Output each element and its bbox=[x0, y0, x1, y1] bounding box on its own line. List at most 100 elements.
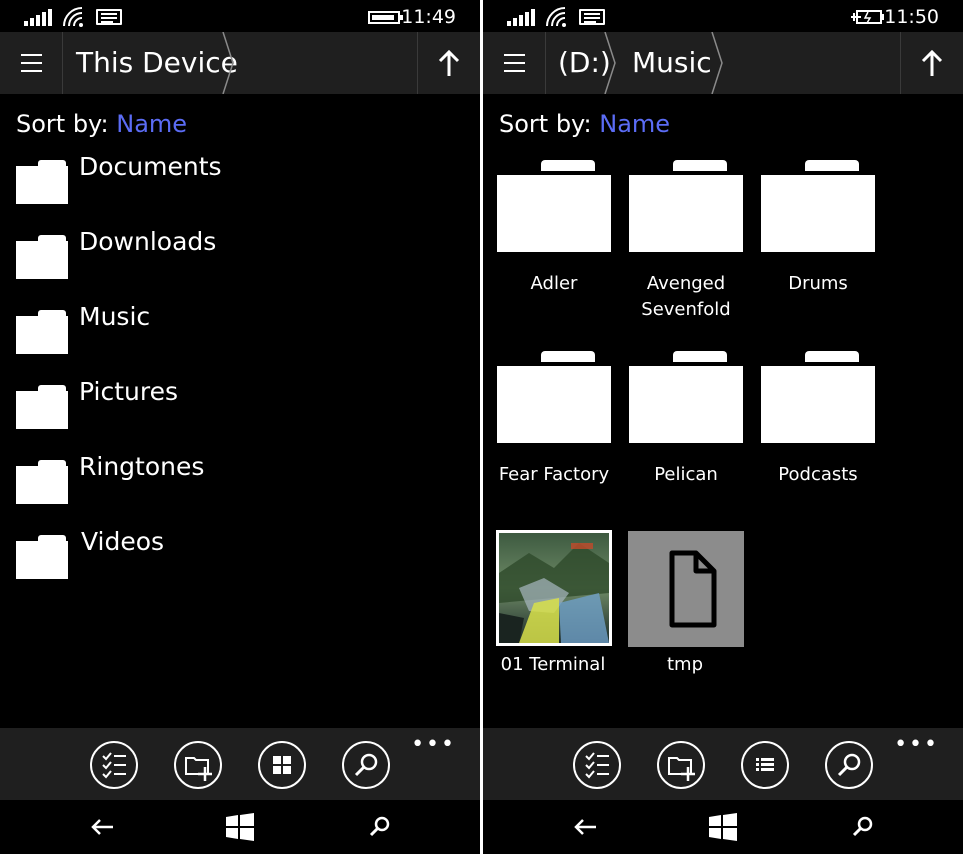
right-screen: 11:50 (D:) Music Sort by: Name Adler Ave… bbox=[483, 0, 963, 854]
folder-tile-adler[interactable]: Adler bbox=[497, 160, 615, 340]
status-bar: 11:49 bbox=[0, 0, 480, 32]
select-icon bbox=[585, 752, 609, 779]
grid-view-button[interactable] bbox=[258, 741, 306, 789]
app-bar: ••• bbox=[483, 728, 963, 800]
search-button[interactable] bbox=[825, 741, 873, 789]
battery-icon bbox=[368, 11, 403, 24]
signal-strength-icon bbox=[507, 8, 535, 26]
list-item-downloads[interactable]: Downloads bbox=[16, 227, 456, 287]
chevron-right-icon bbox=[222, 32, 234, 94]
folder-icon bbox=[16, 535, 68, 579]
list-item-ringtones[interactable]: Ringtones bbox=[16, 452, 456, 512]
chevron-right-icon bbox=[711, 32, 723, 94]
new-folder-icon bbox=[668, 757, 695, 781]
status-time: 11:50 bbox=[884, 6, 939, 28]
folder-label: Fear Factory bbox=[498, 464, 610, 485]
list-item-videos[interactable]: Videos bbox=[16, 527, 456, 587]
signal-strength-icon bbox=[24, 8, 52, 26]
breadcrumb-drive-d[interactable]: (D:) bbox=[558, 32, 611, 94]
sort-label: Sort by: bbox=[16, 110, 109, 138]
breadcrumb-this-device[interactable]: This Device bbox=[76, 32, 238, 94]
folder-label: Documents bbox=[79, 152, 222, 181]
up-folder-button[interactable] bbox=[418, 32, 480, 94]
folder-label: Downloads bbox=[79, 227, 217, 256]
select-icon bbox=[102, 752, 126, 779]
windows-start-icon[interactable] bbox=[223, 810, 257, 844]
select-button[interactable] bbox=[573, 741, 621, 789]
folder-tile-avenged-sevenfold[interactable]: Avenged Sevenfold bbox=[629, 160, 747, 340]
sort-selector[interactable]: Sort by: Name bbox=[499, 110, 670, 138]
navigation-bar bbox=[0, 800, 480, 854]
file-tile-01-terminal[interactable]: 01 Terminal bbox=[496, 530, 614, 710]
menu-button[interactable] bbox=[483, 32, 545, 94]
list-view-button[interactable] bbox=[741, 741, 789, 789]
folder-icon bbox=[497, 160, 611, 252]
menu-button[interactable] bbox=[0, 32, 62, 94]
file-thumbnail bbox=[628, 531, 744, 647]
file-label: 01 Terminal bbox=[500, 654, 606, 675]
folder-tile-drums[interactable]: Drums bbox=[761, 160, 879, 340]
folder-label: Podcasts bbox=[778, 464, 858, 485]
more-options-button[interactable]: ••• bbox=[411, 732, 456, 757]
folder-label: Adler bbox=[530, 273, 578, 294]
folder-icon bbox=[16, 235, 68, 279]
arrow-up-icon bbox=[438, 49, 460, 76]
search-icon[interactable] bbox=[845, 810, 879, 844]
sort-selector[interactable]: Sort by: Name bbox=[16, 110, 187, 138]
file-label: tmp bbox=[666, 654, 704, 675]
folder-icon bbox=[16, 385, 68, 429]
new-folder-button[interactable] bbox=[174, 741, 222, 789]
folder-icon bbox=[761, 160, 875, 252]
search-icon bbox=[354, 753, 378, 777]
folder-icon bbox=[16, 160, 68, 204]
navigation-bar bbox=[483, 800, 963, 854]
folder-icon bbox=[629, 351, 743, 443]
folder-tile-fear-factory[interactable]: Fear Factory bbox=[497, 351, 615, 531]
list-item-music[interactable]: Music bbox=[16, 302, 456, 362]
folder-icon bbox=[16, 460, 68, 504]
message-icon bbox=[579, 9, 605, 25]
folder-label: Pictures bbox=[79, 377, 178, 406]
header-divider bbox=[62, 32, 63, 94]
status-bar: 11:50 bbox=[483, 0, 963, 32]
status-time: 11:49 bbox=[401, 6, 456, 28]
arrow-up-icon bbox=[921, 49, 943, 76]
sort-value[interactable]: Name bbox=[599, 110, 670, 138]
sort-value[interactable]: Name bbox=[116, 110, 187, 138]
more-options-button[interactable]: ••• bbox=[894, 732, 939, 757]
up-folder-button[interactable] bbox=[901, 32, 963, 94]
search-icon[interactable] bbox=[362, 810, 396, 844]
folder-label: Videos bbox=[81, 527, 165, 556]
wifi-icon bbox=[63, 7, 83, 27]
folder-tile-podcasts[interactable]: Podcasts bbox=[761, 351, 879, 531]
new-folder-icon bbox=[185, 757, 212, 781]
windows-start-icon[interactable] bbox=[706, 810, 740, 844]
folder-label: Pelican bbox=[654, 464, 718, 485]
list-item-documents[interactable]: Documents bbox=[16, 152, 456, 212]
wifi-icon bbox=[546, 7, 566, 27]
message-icon bbox=[96, 9, 122, 25]
new-folder-button[interactable] bbox=[657, 741, 705, 789]
sort-label: Sort by: bbox=[499, 110, 592, 138]
search-button[interactable] bbox=[342, 741, 390, 789]
list-view-icon bbox=[756, 758, 774, 771]
file-tile-tmp[interactable]: tmp bbox=[628, 531, 746, 711]
folder-icon bbox=[497, 351, 611, 443]
header-bar: (D:) Music bbox=[483, 32, 963, 94]
left-screen: 11:49 This Device Sort by: Name Document… bbox=[0, 0, 480, 854]
breadcrumb-music[interactable]: Music bbox=[632, 32, 712, 94]
back-icon[interactable] bbox=[569, 810, 603, 844]
back-icon[interactable] bbox=[86, 810, 120, 844]
folder-icon bbox=[629, 160, 743, 252]
album-art-thumbnail bbox=[496, 530, 612, 646]
folder-icon bbox=[16, 310, 68, 354]
folder-label: Drums bbox=[788, 273, 848, 294]
select-button[interactable] bbox=[90, 741, 138, 789]
chevron-right-icon bbox=[604, 32, 616, 94]
folder-tile-pelican[interactable]: Pelican bbox=[629, 351, 747, 531]
list-item-pictures[interactable]: Pictures bbox=[16, 377, 456, 437]
search-icon bbox=[837, 753, 861, 777]
folder-icon bbox=[761, 351, 875, 443]
battery-charging-icon bbox=[851, 10, 884, 24]
folder-label: Ringtones bbox=[79, 452, 205, 481]
